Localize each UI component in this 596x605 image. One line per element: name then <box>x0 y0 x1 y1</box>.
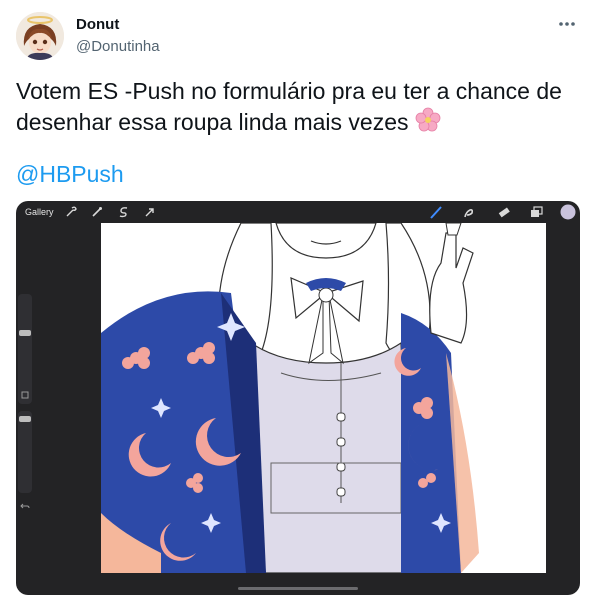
undo-icon[interactable] <box>20 501 30 511</box>
brush-icon <box>430 206 442 219</box>
transform-arrow-icon <box>145 208 154 217</box>
avatar-image <box>16 12 64 60</box>
opacity-slider[interactable] <box>18 411 32 493</box>
brush-size-handle[interactable] <box>19 330 31 336</box>
gallery-button: Gallery <box>25 207 54 217</box>
display-name[interactable]: Donut <box>76 16 119 33</box>
layers-icon <box>531 206 543 217</box>
tweet-body: Votem ES -Push no formulário pra eu ter … <box>16 78 562 135</box>
user-handle[interactable]: @Donutinha <box>76 38 160 55</box>
home-indicator <box>238 587 358 590</box>
magic-wand-icon <box>92 207 102 217</box>
tweet-media[interactable]: Gallery <box>16 201 580 595</box>
smudge-icon <box>464 209 474 218</box>
avatar[interactable] <box>16 12 64 60</box>
artwork-illustration <box>101 223 479 573</box>
modify-button-icon[interactable] <box>21 391 29 399</box>
wrench-icon <box>66 206 77 217</box>
opacity-handle[interactable] <box>19 416 31 422</box>
tweet-text: Votem ES -Push no formulário pra eu ter … <box>16 76 576 141</box>
cherry-blossom-emoji-icon <box>415 107 441 141</box>
selection-icon <box>119 207 128 218</box>
brush-size-slider[interactable] <box>18 294 32 404</box>
mention-link[interactable]: @HBPush <box>16 161 124 188</box>
more-options-button[interactable] <box>556 14 578 34</box>
more-horizontal-icon <box>559 22 575 26</box>
color-swatch <box>560 204 576 220</box>
tweet-header: Donut @Donutinha <box>16 12 580 60</box>
eraser-icon <box>498 207 510 218</box>
drawing-canvas[interactable] <box>101 223 546 573</box>
